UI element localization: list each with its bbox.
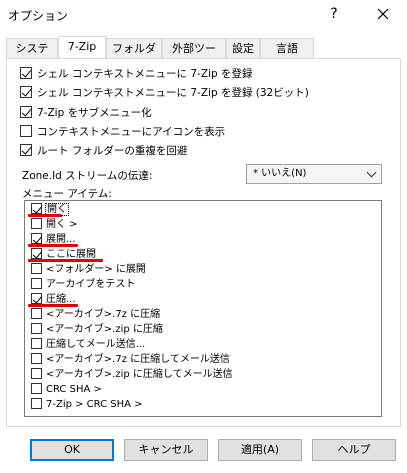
checkbox[interactable] <box>20 67 32 79</box>
highlight-underline <box>28 214 62 217</box>
checkbox[interactable] <box>31 217 42 229</box>
checkbox[interactable] <box>31 307 42 319</box>
checkbox[interactable] <box>31 382 42 394</box>
option-menu-icons[interactable]: コンテキストメニューにアイコンを表示 <box>20 124 225 140</box>
close-icon <box>377 8 389 20</box>
checkbox[interactable] <box>31 337 42 349</box>
list-item-label: CRC SHA > <box>46 384 102 395</box>
apply-button[interactable]: 適用(A) <box>218 439 302 461</box>
zone-id-select[interactable]: * いいえ(N) <box>246 164 382 184</box>
tab-language[interactable]: 言語 <box>260 38 314 58</box>
list-item-label: <アーカイブ>.7z に圧縮 <box>46 309 161 320</box>
list-item[interactable]: 7-Zip > CRC SHA > <box>31 397 143 412</box>
list-item-label: 7-Zip > CRC SHA > <box>46 399 143 410</box>
list-item[interactable]: アーカイブをテスト <box>31 277 136 292</box>
list-item[interactable]: 開く > <box>31 217 78 232</box>
checkbox[interactable] <box>31 277 42 289</box>
highlight-underline <box>28 304 78 307</box>
list-item[interactable]: <アーカイブ>.7z に圧縮してメール送信 <box>31 352 230 367</box>
checkbox[interactable] <box>31 322 42 334</box>
checkbox[interactable] <box>31 262 42 274</box>
list-item-label: アーカイブをテスト <box>46 279 136 290</box>
checkbox[interactable] <box>20 106 32 118</box>
list-item-label: <アーカイブ>.zip に圧縮 <box>46 324 163 335</box>
checkbox[interactable] <box>31 352 42 364</box>
help-title-button[interactable]: ? <box>322 3 346 25</box>
list-item[interactable]: 圧縮してメール送信... <box>31 337 146 352</box>
tab-external-tools[interactable]: 外部ツール <box>162 38 226 75</box>
zone-id-value: * いいえ(N) <box>253 168 307 179</box>
list-item[interactable]: <アーカイブ>.zip に圧縮してメール送信 <box>31 367 233 382</box>
checkbox[interactable] <box>31 247 42 259</box>
checkbox[interactable] <box>20 86 32 98</box>
list-item-label: 開く > <box>46 219 78 230</box>
menu-items-label: メニュー アイテム: <box>22 188 112 200</box>
tab-system[interactable]: システム <box>6 38 58 75</box>
option-label: ルート フォルダーの重複を回避 <box>37 145 188 157</box>
tab-strip: システム 7-Zip フォルダー 外部ツール 設定 言語 <box>6 36 401 75</box>
checkbox[interactable] <box>31 397 42 409</box>
option-shell-menu[interactable]: シェル コンテキストメニューに 7-Zip を登録 <box>20 66 252 82</box>
ok-button[interactable]: OK <box>30 439 114 461</box>
checkbox[interactable] <box>31 202 42 214</box>
checkbox[interactable] <box>20 144 32 156</box>
list-item[interactable]: <アーカイブ>.zip に圧縮 <box>31 322 163 337</box>
option-label: 7-Zip をサブメニュー化 <box>37 107 152 119</box>
tab-7zip[interactable]: 7-Zip <box>58 36 106 60</box>
list-item-label: <フォルダー> に展開 <box>46 264 146 275</box>
option-label: シェル コンテキストメニューに 7-Zip を登録 (32ビット) <box>37 87 309 99</box>
menu-items-list[interactable]: 開く 開く > 展開... ここに展開 <フォルダー> に展開 アーカイブをテス… <box>24 200 382 417</box>
list-item-label: <アーカイブ>.7z に圧縮してメール送信 <box>46 354 230 365</box>
list-item-label: <アーカイブ>.zip に圧縮してメール送信 <box>46 369 233 380</box>
close-button[interactable] <box>370 3 396 25</box>
list-item[interactable]: <フォルダー> に展開 <box>31 262 146 277</box>
option-label: コンテキストメニューにアイコンを表示 <box>37 126 226 138</box>
list-item[interactable]: CRC SHA > <box>31 382 102 397</box>
option-shell-menu-32bit[interactable]: シェル コンテキストメニューに 7-Zip を登録 (32ビット) <box>20 85 309 101</box>
title-bar: オプション ? <box>0 0 407 30</box>
option-eliminate-dup-root[interactable]: ルート フォルダーの重複を回避 <box>20 143 187 159</box>
checkbox[interactable] <box>31 292 42 304</box>
cancel-button[interactable]: キャンセル <box>124 439 208 461</box>
list-item-label: 圧縮してメール送信... <box>46 339 146 350</box>
checkbox[interactable] <box>31 367 42 379</box>
checkbox[interactable] <box>31 232 42 244</box>
zone-id-label: Zone.Id ストリームの伝達: <box>22 170 153 182</box>
checkbox[interactable] <box>20 125 32 137</box>
tab-settings[interactable]: 設定 <box>226 38 260 58</box>
highlight-underline <box>28 244 78 247</box>
window-title: オプション <box>8 9 69 23</box>
tab-folder[interactable]: フォルダー <box>106 38 162 75</box>
option-cascaded-menu[interactable]: 7-Zip をサブメニュー化 <box>20 105 152 121</box>
help-button[interactable]: ヘルプ <box>312 439 396 461</box>
option-label: シェル コンテキストメニューに 7-Zip を登録 <box>37 68 253 80</box>
list-item[interactable]: <アーカイブ>.7z に圧縮 <box>31 307 161 322</box>
chevron-down-icon <box>366 167 377 178</box>
highlight-underline <box>28 259 103 262</box>
